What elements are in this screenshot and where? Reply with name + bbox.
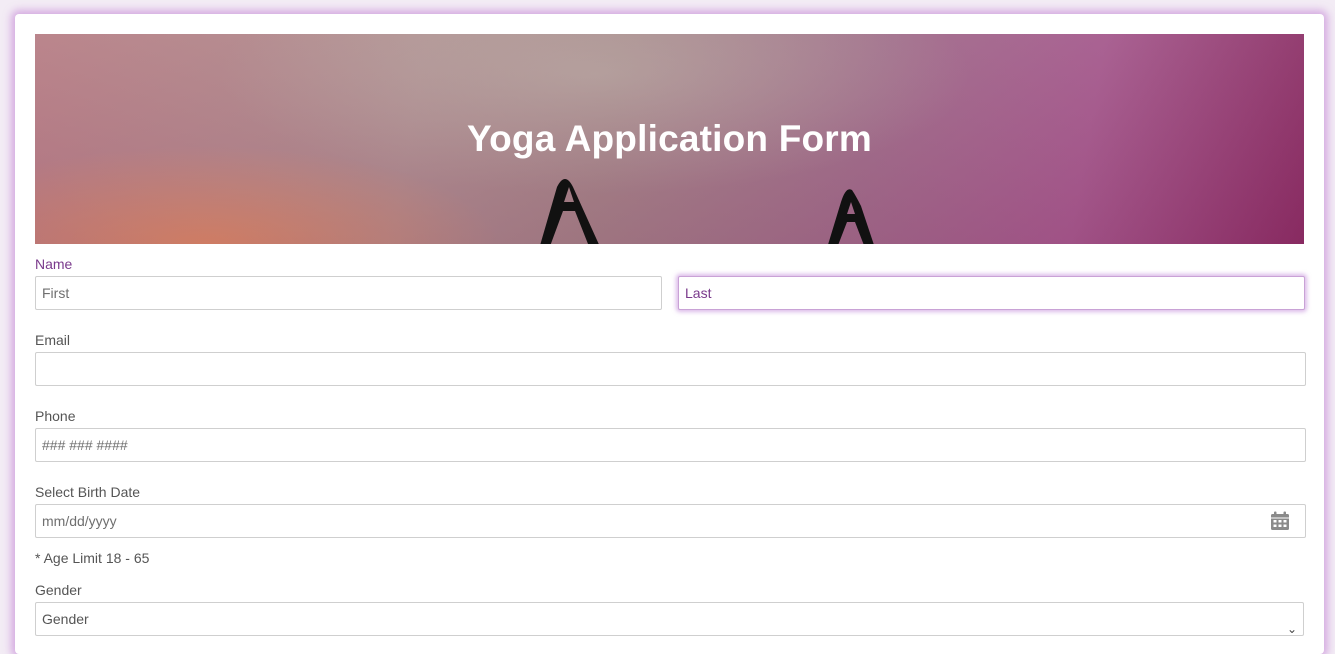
- age-limit-hint: * Age Limit 18 - 65: [35, 550, 150, 566]
- birth-date-field: [35, 504, 1306, 538]
- form-card: Yoga Application Form Name Email Phone S…: [15, 14, 1324, 654]
- page-title: Yoga Application Form: [466, 118, 873, 159]
- first-name-input[interactable]: [35, 276, 662, 310]
- header-banner: Yoga Application Form: [35, 34, 1304, 244]
- chevron-down-icon: ⌄: [1286, 622, 1297, 636]
- phone-label: Phone: [35, 408, 76, 424]
- yoga-hands-silhouette-left: [540, 179, 599, 244]
- calendar-icon[interactable]: [1270, 511, 1290, 531]
- name-label: Name: [35, 256, 73, 272]
- gender-select-value: Gender: [42, 611, 89, 627]
- email-input[interactable]: [35, 352, 1306, 386]
- phone-input[interactable]: [35, 428, 1306, 462]
- email-label: Email: [35, 332, 71, 348]
- gender-select[interactable]: Gender ⌄: [35, 602, 1304, 636]
- birth-date-label: Select Birth Date: [35, 484, 141, 500]
- gender-label: Gender: [35, 582, 82, 598]
- birth-date-input[interactable]: [35, 504, 1306, 538]
- last-name-input[interactable]: [678, 276, 1305, 310]
- yoga-hands-silhouette-right: [828, 189, 874, 244]
